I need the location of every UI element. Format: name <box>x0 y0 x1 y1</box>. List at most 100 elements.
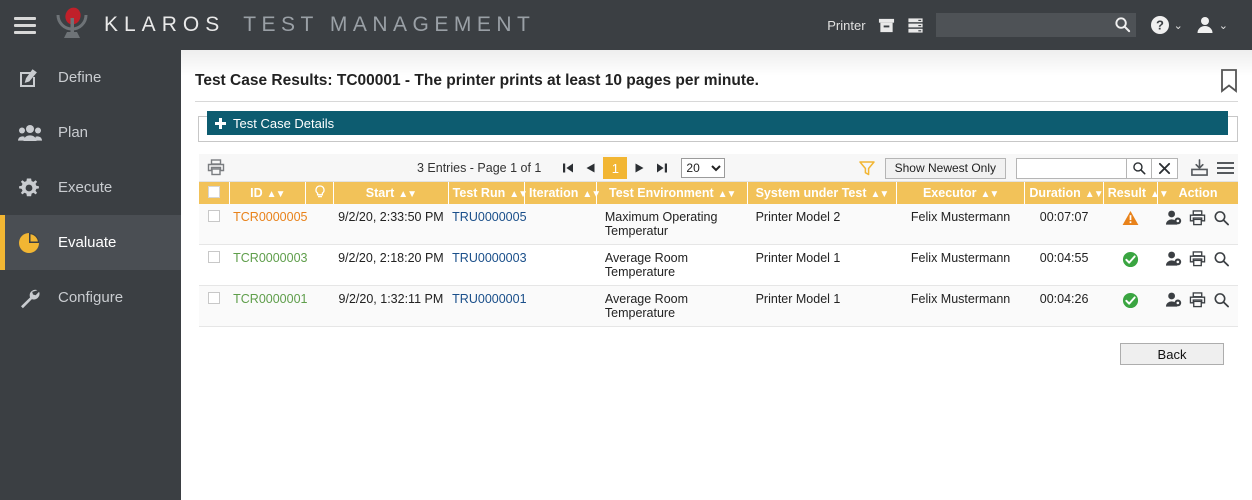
cell-id[interactable]: TCR0000005 <box>229 204 308 245</box>
cell-id[interactable]: TCR0000001 <box>229 285 308 327</box>
page-number-1[interactable]: 1 <box>603 157 628 179</box>
print-icon[interactable] <box>1189 292 1206 308</box>
sidebar-item-evaluate[interactable]: Evaluate <box>0 215 181 270</box>
table-row[interactable]: TCR0000003 9/2/20, 2:18:20 PM TRU0000003 Av… <box>199 244 1238 286</box>
page-size-select[interactable]: 20 <box>681 158 726 178</box>
clear-x-icon[interactable] <box>1152 157 1178 179</box>
cell-action <box>1157 204 1238 245</box>
column-header-system-under-test[interactable]: System under Test ▲▼ <box>747 182 897 204</box>
sidebar-item-configure[interactable]: Configure <box>0 270 181 325</box>
row-checkbox[interactable] <box>208 251 221 263</box>
klaros-logo-icon[interactable] <box>50 5 94 45</box>
sidebar-item-define[interactable]: Define <box>0 50 181 105</box>
sort-icon: ▲▼ <box>980 189 999 200</box>
row-checkbox[interactable] <box>208 292 221 304</box>
printer-icon[interactable] <box>199 159 233 176</box>
column-header-result[interactable]: Result ▲▼ <box>1103 182 1169 204</box>
page-title-row: Test Case Results: TC00001 - The printer… <box>195 60 1238 102</box>
wrench-icon <box>18 287 46 309</box>
table-row[interactable]: TCR0000005 9/2/20, 2:33:50 PM TRU0000005 Ma… <box>199 204 1238 245</box>
test-case-details-toggle[interactable]: Test Case Details <box>207 111 1228 135</box>
menu-line <box>1217 162 1234 164</box>
cell-iteration <box>524 244 597 286</box>
column-header-executor[interactable]: Executor ▲▼ <box>896 182 1026 204</box>
cell-system-under-test: Printer Model 1 <box>747 285 897 327</box>
assign-user-icon[interactable] <box>1165 251 1182 267</box>
column-header-test-environment[interactable]: Test Environment ▲▼ <box>596 182 749 204</box>
column-label: ID <box>250 186 263 200</box>
result-id-link[interactable]: TCR0000003 <box>233 251 307 265</box>
table-toolbar: 3 Entries - Page 1 of 1 1 20 Show Newest… <box>199 154 1238 182</box>
previous-page-icon[interactable] <box>579 157 601 179</box>
test-run-link[interactable]: TRU0000003 <box>452 251 526 265</box>
select-all-checkbox[interactable] <box>207 185 220 198</box>
export-download-icon[interactable] <box>1178 159 1217 177</box>
assign-user-icon[interactable] <box>1165 210 1182 226</box>
cell-iteration <box>524 204 597 245</box>
cell-start: 9/2/20, 2:18:20 PM <box>333 244 449 286</box>
pagination-controls: 3 Entries - Page 1 of 1 1 20 <box>417 154 726 182</box>
global-search-input[interactable] <box>935 13 1136 37</box>
column-header-bulb[interactable] <box>305 182 335 204</box>
print-icon[interactable] <box>1189 210 1206 226</box>
next-page-icon[interactable] <box>629 157 651 179</box>
lightbulb-icon <box>314 184 325 197</box>
sidebar-item-execute[interactable]: Execute <box>0 160 181 215</box>
cell-test-run[interactable]: TRU0000001 <box>448 285 527 327</box>
gear-icon <box>18 177 46 199</box>
users-group-icon <box>18 122 46 144</box>
cell-system-under-test: Printer Model 1 <box>747 244 897 286</box>
row-select-cell[interactable] <box>199 244 230 286</box>
cell-id[interactable]: TCR0000003 <box>229 244 308 286</box>
global-search-box[interactable] <box>935 13 1136 38</box>
sidebar-item-label: Define <box>58 69 102 86</box>
table-row[interactable]: TCR0000001 9/2/20, 1:32:11 PM TRU0000001 Av… <box>199 285 1238 327</box>
archive-box-icon[interactable] <box>878 17 895 34</box>
cell-executor: Felix Mustermann <box>896 285 1025 327</box>
chevron-down-icon: ⌄ <box>1218 19 1228 32</box>
help-menu[interactable]: ? ⌄ <box>1150 15 1183 35</box>
test-run-link[interactable]: TRU0000001 <box>452 292 526 306</box>
search-icon[interactable] <box>1126 157 1152 179</box>
first-page-icon[interactable] <box>557 157 579 179</box>
sidebar-item-plan[interactable]: Plan <box>0 105 181 160</box>
column-header-select-all[interactable] <box>199 182 230 204</box>
column-label: Duration <box>1029 186 1081 200</box>
cell-test-run[interactable]: TRU0000003 <box>448 244 527 286</box>
row-select-cell[interactable] <box>199 285 230 327</box>
search-icon[interactable] <box>1213 251 1230 267</box>
result-id-link[interactable]: TCR0000005 <box>233 210 307 224</box>
test-run-link[interactable]: TRU0000005 <box>452 210 526 224</box>
result-id-link[interactable]: TCR0000001 <box>233 292 307 306</box>
assign-user-icon[interactable] <box>1165 292 1182 308</box>
list-menu-icon[interactable] <box>1217 162 1238 174</box>
table-search-input[interactable] <box>1016 157 1126 179</box>
bookmark-icon[interactable] <box>1220 68 1238 93</box>
column-header-id[interactable]: ID ▲▼ <box>229 182 307 204</box>
search-icon[interactable] <box>1114 16 1131 38</box>
print-icon[interactable] <box>1189 251 1206 267</box>
cell-test-run[interactable]: TRU0000005 <box>448 204 527 245</box>
cell-start: 9/2/20, 2:33:50 PM <box>333 204 449 245</box>
sort-icon: ▲▼ <box>1149 189 1169 200</box>
row-action-group <box>1162 210 1234 226</box>
hamburger-menu-icon[interactable] <box>14 16 36 34</box>
search-icon[interactable] <box>1213 292 1230 308</box>
search-icon[interactable] <box>1213 210 1230 226</box>
sidebar-item-label: Configure <box>58 289 124 306</box>
column-header-start[interactable]: Start ▲▼ <box>333 182 449 204</box>
column-header-iteration[interactable]: Iteration ▲▼ <box>524 182 601 204</box>
cell-executor: Felix Mustermann <box>896 204 1025 245</box>
back-button[interactable]: Back <box>1120 343 1224 365</box>
row-checkbox[interactable] <box>208 210 221 222</box>
show-newest-only-button[interactable]: Show Newest Only <box>884 157 1006 179</box>
cell-result <box>1103 204 1158 245</box>
cell-result <box>1103 244 1158 286</box>
row-select-cell[interactable] <box>199 204 230 245</box>
column-header-duration[interactable]: Duration ▲▼ <box>1024 182 1104 204</box>
server-rack-icon[interactable] <box>907 17 924 34</box>
user-menu[interactable]: ⌄ <box>1195 15 1228 35</box>
last-page-icon[interactable] <box>651 157 673 179</box>
column-header-test-run[interactable]: Test Run ▲▼ <box>448 182 528 204</box>
funnel-filter-icon[interactable] <box>849 160 885 177</box>
